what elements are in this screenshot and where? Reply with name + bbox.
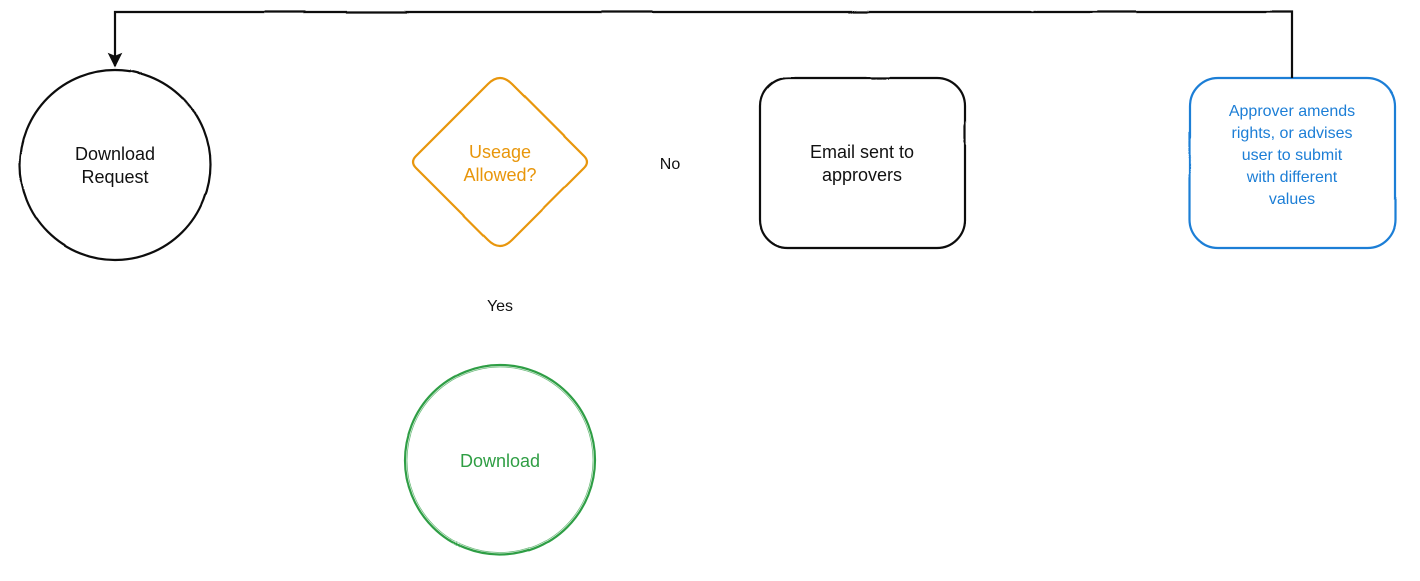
node-download-label: Download (460, 451, 540, 471)
node-usage-allowed-label-1: Useage (469, 142, 531, 162)
flowchart-canvas: Download Request Useage Allowed? Downloa… (0, 0, 1420, 581)
node-usage-allowed-label-2: Allowed? (463, 165, 536, 185)
edge-approver-to-request (115, 12, 1292, 78)
node-usage-allowed (413, 78, 587, 246)
node-approver-label-3: user to submit (1242, 147, 1343, 164)
edge-decision-yes-label: Yes (487, 298, 513, 315)
node-approver-label-5: values (1269, 191, 1315, 208)
edge-decision-no-label: No (660, 156, 681, 173)
node-download-request-label-2: Request (81, 167, 148, 187)
node-approver-label-1: Approver amends (1229, 103, 1355, 120)
node-email-approvers-label-1: Email sent to (810, 142, 914, 162)
node-download-request (20, 70, 210, 260)
node-download-request-label-1: Download (75, 144, 155, 164)
node-email-approvers (760, 78, 965, 248)
node-email-approvers-label-2: approvers (822, 165, 902, 185)
node-approver-label-2: rights, or advises (1232, 125, 1353, 142)
node-approver-label-4: with different (1246, 169, 1338, 186)
